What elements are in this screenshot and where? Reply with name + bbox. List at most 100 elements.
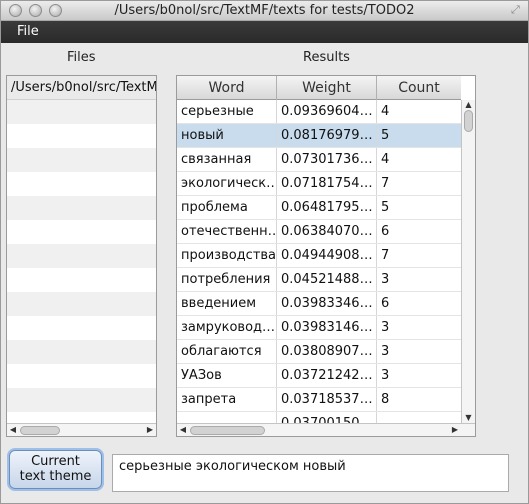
scroll-left-icon[interactable]: ◀ [178, 424, 188, 436]
cell-weight: 0.06384070… [277, 220, 377, 243]
results-label: Results [303, 50, 350, 65]
table-row[interactable]: отечественн… 0.06384070… 6 [177, 220, 461, 244]
cell-weight: 0.04944908… [277, 244, 377, 267]
button-label-line2: text theme [19, 469, 92, 484]
cell-weight: 0.07301736… [277, 148, 377, 171]
column-header-word[interactable]: Word [177, 76, 277, 100]
cell-word: УАЗов [177, 364, 277, 387]
empty-row [7, 340, 156, 364]
cell-weight: 0.06481795… [277, 196, 377, 219]
cell-word: запрета [177, 388, 277, 411]
cell-weight: 0.03718537… [277, 388, 377, 411]
cell-weight: 0.03700150… [277, 412, 377, 423]
table-row[interactable]: связанная 0.07301736… 4 [177, 148, 461, 172]
table-row[interactable]: 0.03700150… [177, 412, 461, 423]
cell-count: 8 [381, 392, 390, 407]
scroll-left-icon[interactable]: ◀ [8, 424, 18, 436]
cell-weight: 0.03983146… [277, 316, 377, 339]
cell-count: 5 [381, 200, 390, 215]
menu-file[interactable]: File [17, 24, 39, 39]
empty-row [7, 124, 156, 148]
empty-row [7, 244, 156, 268]
column-header-count[interactable]: Count [377, 76, 461, 100]
scroll-thumb[interactable] [190, 426, 265, 435]
cell-count: 6 [381, 296, 390, 311]
theme-text-field[interactable]: серьезные экологическом новый [112, 454, 509, 492]
cell-word: введением [177, 292, 277, 315]
table-row[interactable]: введением 0.03983346… 6 [177, 292, 461, 316]
scroll-up-icon[interactable]: ▲ [462, 100, 475, 110]
table-row[interactable]: экологическ… 0.07181754… 7 [177, 172, 461, 196]
table-row[interactable]: серьезные 0.09369604… 4 [177, 100, 461, 124]
cell-word: отечественн… [177, 220, 277, 243]
cell-word [177, 412, 277, 423]
cell-weight: 0.07181754… [277, 172, 377, 195]
table-row[interactable]: производства 0.04944908… 7 [177, 244, 461, 268]
cell-count: 3 [381, 320, 390, 335]
scroll-down-icon[interactable]: ▼ [462, 413, 475, 423]
scroll-thumb[interactable] [464, 110, 473, 132]
files-label: Files [67, 50, 96, 65]
cell-weight: 0.03721242… [277, 364, 377, 387]
table-row[interactable]: проблема 0.06481795… 5 [177, 196, 461, 220]
cell-count: 3 [381, 272, 390, 287]
cell-count: 4 [381, 152, 390, 167]
cell-count: 3 [381, 368, 390, 383]
table-row[interactable]: потребления 0.04521488… 3 [177, 268, 461, 292]
cell-weight: 0.09369604… [277, 100, 377, 123]
column-header-weight[interactable]: Weight [277, 76, 377, 100]
files-horizontal-scrollbar[interactable]: ◀ ▶ [7, 423, 156, 436]
scroll-right-icon[interactable]: ▶ [145, 424, 155, 436]
cell-word: новый [177, 124, 277, 147]
table-row[interactable]: замруковод… 0.03983146… 3 [177, 316, 461, 340]
title-bar: /Users/b0nol/src/TextMF/texts for tests/… [1, 1, 528, 21]
table-row[interactable]: облагаются 0.03808907… 3 [177, 340, 461, 364]
empty-row [7, 292, 156, 316]
cell-weight: 0.08176979… [277, 124, 377, 147]
cell-count: 4 [381, 104, 390, 119]
cell-word: серьезные [177, 100, 277, 123]
empty-row [7, 268, 156, 292]
cell-word: облагаются [177, 340, 277, 363]
current-text-theme-button[interactable]: Current text theme [9, 450, 102, 489]
cell-word: потребления [177, 268, 277, 291]
table-row[interactable]: УАЗов 0.03721242… 3 [177, 364, 461, 388]
table-body: серьезные 0.09369604… 4 новый 0.08176979… 5 св… [177, 100, 461, 423]
empty-row [7, 364, 156, 388]
table-row[interactable]: новый 0.08176979… 5 [177, 124, 461, 148]
cell-count [377, 412, 461, 423]
fullscreen-icon[interactable]: ⤢ [511, 4, 523, 16]
scroll-right-icon[interactable]: ▶ [450, 424, 460, 436]
cell-weight: 0.04521488… [277, 268, 377, 291]
results-vertical-scrollbar[interactable]: ▲ ▼ [461, 100, 475, 423]
results-table[interactable]: Word Weight Count серьезные 0.09369604… 4 н… [176, 75, 476, 437]
window-title: /Users/b0nol/src/TextMF/texts for tests/… [114, 3, 415, 18]
cell-count: 5 [381, 128, 390, 143]
cell-word: производства [177, 244, 277, 267]
cell-word: проблема [177, 196, 277, 219]
files-list[interactable]: /Users/b0nol/src/TextMF/texts for tests/… [6, 75, 157, 437]
empty-row [7, 100, 156, 124]
cell-word: экологическ… [177, 172, 277, 195]
empty-row [7, 148, 156, 172]
table-row[interactable]: запрета 0.03718537… 8 [177, 388, 461, 412]
cell-count: 3 [381, 344, 390, 359]
cell-count: 7 [381, 176, 390, 191]
cell-word: замруковод… [177, 316, 277, 339]
empty-row [7, 172, 156, 196]
table-header: Word Weight Count [177, 76, 461, 100]
app-window: /Users/b0nol/src/TextMF/texts for tests/… [0, 0, 529, 504]
results-horizontal-scrollbar[interactable]: ◀ ▶ [177, 423, 475, 436]
cell-count: 7 [381, 248, 390, 263]
empty-row [7, 220, 156, 244]
cell-weight: 0.03808907… [277, 340, 377, 363]
empty-row [7, 316, 156, 340]
empty-row [7, 196, 156, 220]
menu-bar: File [1, 21, 528, 43]
file-item[interactable]: /Users/b0nol/src/TextMF/texts for tests/… [7, 76, 156, 100]
scroll-thumb[interactable] [20, 426, 60, 435]
cell-count: 6 [381, 224, 390, 239]
cell-word: связанная [177, 148, 277, 171]
cell-weight: 0.03983346… [277, 292, 377, 315]
empty-row [7, 388, 156, 412]
